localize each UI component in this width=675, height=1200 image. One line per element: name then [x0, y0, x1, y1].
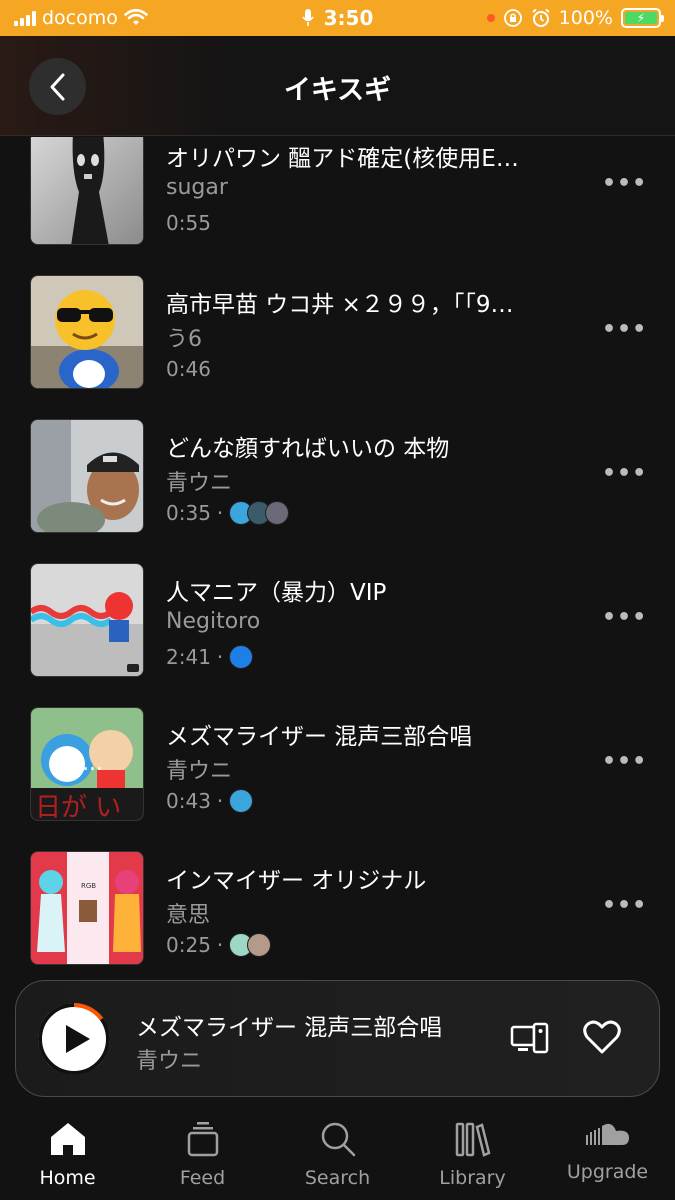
- more-options-button[interactable]: •••: [602, 605, 647, 630]
- avatar[interactable]: [229, 789, 254, 813]
- page-title: イキスギ: [283, 75, 392, 106]
- tab-label: Home: [39, 1167, 96, 1189]
- page-header: イキスギ: [0, 36, 675, 136]
- track-title[interactable]: インマイザー オリジナル: [166, 861, 586, 895]
- track-meta: 0:46: [166, 357, 211, 381]
- bottom-tab-bar: Home Feed Search Library Upgrade: [0, 1105, 675, 1200]
- device-cast-icon[interactable]: [510, 1021, 550, 1057]
- battery-percent: 100%: [558, 7, 613, 29]
- track-duration: 0:25: [166, 933, 211, 957]
- avatar[interactable]: [247, 933, 272, 957]
- track-row[interactable]: 高市早苗 ウコ丼 ×２９９，「「9… う6 0:46 •••: [0, 275, 675, 419]
- track-artist[interactable]: 青ウニ: [166, 465, 232, 497]
- track-title[interactable]: 高市早苗 ウコ丼 ×２９９，「「9…: [166, 285, 586, 319]
- tab-home[interactable]: Home: [0, 1105, 135, 1200]
- recording-dot-icon: [486, 14, 495, 22]
- track-duration: 0:43: [166, 789, 211, 813]
- track-title[interactable]: 人マニア（暴力）VIP: [166, 573, 586, 607]
- play-pause-button[interactable]: [36, 1001, 112, 1077]
- battery-icon: ⚡: [621, 8, 664, 28]
- track-artwork: [30, 419, 144, 533]
- library-icon: [455, 1122, 490, 1157]
- reposter-avatars[interactable]: [229, 501, 290, 525]
- tab-feed[interactable]: Feed: [135, 1105, 270, 1200]
- track-row[interactable]: 日が い.... メズマライザー 混声三部合唱 青ウニ 0:43 · •••: [0, 707, 675, 851]
- track-artist[interactable]: 青ウニ: [166, 753, 232, 785]
- track-artwork: 日が い....: [30, 707, 144, 821]
- track-row[interactable]: RGB インマイザー オリジナル 意思 0:25 · •••: [0, 851, 675, 975]
- track-title[interactable]: オリパワン 醞アド確定(核使用E…: [166, 139, 586, 173]
- tab-search[interactable]: Search: [270, 1105, 405, 1200]
- avatar[interactable]: [265, 501, 290, 525]
- reposter-avatars[interactable]: [229, 645, 254, 669]
- status-bar: docomo 3:50 100% ⚡: [0, 0, 675, 36]
- avatar[interactable]: [229, 645, 254, 669]
- tab-label: Upgrade: [566, 1161, 649, 1183]
- meta-separator: ·: [216, 645, 224, 669]
- meta-separator: ·: [216, 789, 224, 813]
- meta-separator: ·: [216, 501, 224, 525]
- search-icon: [321, 1122, 355, 1157]
- tab-label: Library: [439, 1167, 506, 1189]
- reposter-avatars[interactable]: [229, 789, 254, 813]
- alarm-icon: [532, 8, 550, 27]
- track-duration: 0:46: [166, 357, 211, 381]
- track-row[interactable]: オリパワン 醞アド確定(核使用E… sugar 0:55 •••: [0, 137, 675, 275]
- now-playing-title[interactable]: メズマライザー 混声三部合唱: [136, 1008, 442, 1042]
- track-artwork: [30, 563, 144, 677]
- track-artwork: [30, 275, 144, 389]
- meta-separator: ·: [216, 933, 224, 957]
- more-options-button[interactable]: •••: [602, 749, 647, 774]
- tab-label: Search: [304, 1167, 371, 1189]
- more-options-button[interactable]: •••: [602, 317, 647, 342]
- more-options-button[interactable]: •••: [602, 893, 647, 918]
- track-meta: 0:35 ·: [166, 501, 290, 525]
- track-duration: 2:41: [166, 645, 211, 669]
- track-row[interactable]: どんな顔すればいいの 本物 青ウニ 0:35 · •••: [0, 419, 675, 563]
- feed-icon: [187, 1122, 218, 1157]
- track-artwork: [30, 137, 144, 245]
- soundcloud-icon: [585, 1123, 629, 1145]
- tab-library[interactable]: Library: [405, 1105, 540, 1200]
- svg-text:RGB: RGB: [81, 882, 96, 890]
- track-meta: 0:43 ·: [166, 789, 254, 813]
- track-meta: 0:25 ·: [166, 933, 272, 957]
- orientation-lock-icon: [503, 9, 522, 27]
- track-meta: 2:41 ·: [166, 645, 254, 669]
- svg-text:....: ....: [75, 751, 103, 776]
- tab-label: Feed: [179, 1167, 226, 1189]
- more-options-button[interactable]: •••: [602, 461, 647, 486]
- mini-player[interactable]: メズマライザー 混声三部合唱 青ウニ: [15, 980, 660, 1097]
- track-artist[interactable]: sugar: [166, 175, 228, 200]
- track-list[interactable]: オリパワン 醞アド確定(核使用E… sugar 0:55 ••• 高市早苗 ウコ…: [0, 137, 675, 975]
- home-icon: [50, 1123, 85, 1155]
- more-options-button[interactable]: •••: [602, 171, 647, 196]
- signal-icon: [14, 10, 36, 26]
- track-artist[interactable]: う6: [166, 321, 202, 353]
- track-title[interactable]: メズマライザー 混声三部合唱: [166, 717, 586, 751]
- track-artwork: RGB: [30, 851, 144, 965]
- track-artist[interactable]: 意思: [166, 897, 210, 929]
- wifi-icon: [124, 9, 148, 25]
- microphone-icon: [301, 9, 314, 26]
- track-duration: 0:55: [166, 211, 211, 235]
- track-row[interactable]: 人マニア（暴力）VIP Negitoro 2:41 · •••: [0, 563, 675, 707]
- track-meta: 0:55: [166, 211, 211, 235]
- track-title[interactable]: どんな顔すればいいの 本物: [166, 429, 586, 463]
- track-duration: 0:35: [166, 501, 211, 525]
- clock: 3:50: [323, 6, 374, 30]
- track-artist[interactable]: Negitoro: [166, 609, 260, 634]
- like-heart-icon[interactable]: [583, 1019, 621, 1055]
- tab-upgrade[interactable]: Upgrade: [540, 1105, 675, 1200]
- carrier-label: docomo: [42, 7, 118, 29]
- now-playing-artist[interactable]: 青ウニ: [136, 1043, 202, 1075]
- svg-text:日が い: 日が い: [35, 793, 121, 821]
- reposter-avatars[interactable]: [229, 933, 272, 957]
